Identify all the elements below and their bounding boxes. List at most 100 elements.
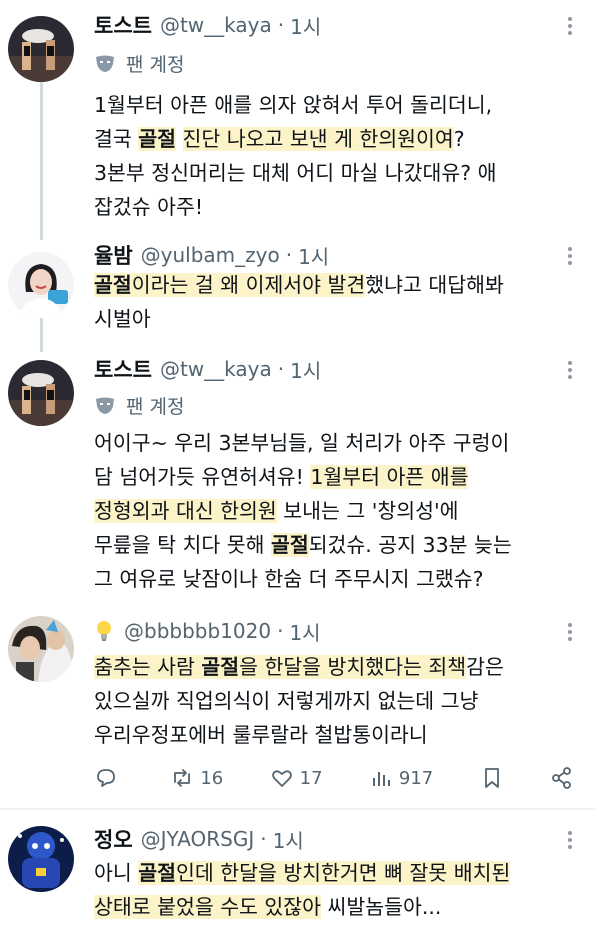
fan-account-badge: 팬 계정 (94, 48, 184, 78)
display-name[interactable]: 토스트 (94, 10, 152, 40)
separator-dot: · (260, 827, 267, 851)
text-line: 아니 골절인데 한달을 방치한거면 뼈 잘못 배치된 (94, 856, 584, 890)
views-button[interactable]: 917 (369, 766, 433, 790)
post[interactable]: 정오 @JYAORSGJ · 1시 아니 골절인데 한달을 방치한거면 뼈 잘못… (0, 810, 596, 935)
bar-chart-icon (372, 772, 390, 786)
retweet-count: 16 (200, 767, 224, 789)
avatar-image (8, 826, 74, 892)
text-line: 골절이라는 걸 왜 이제서야 발견했냐고 대답해봐 (94, 268, 584, 302)
text-segment: 3본부 정신머리는 대체 어디 마실 나갔대유? 애 (94, 161, 497, 185)
display-name[interactable]: 정오 (94, 824, 133, 854)
mask-icon (96, 397, 114, 414)
text-segment: 시벌아 (94, 307, 151, 331)
avatar-image (8, 616, 74, 682)
post[interactable]: 율밤 @yulbam_zyo · 1시 골절이라는 걸 왜 이제서야 발견했냐고… (0, 240, 596, 350)
retweet-icon (174, 769, 191, 787)
text-line: 있으실까 직업의식이 저렇게까지 없는데 그냥 (94, 684, 584, 718)
fan-account-badge: 팬 계정 (94, 390, 184, 420)
highlighted-text: 골절 (138, 127, 176, 151)
fan-account-label: 팬 계정 (126, 53, 185, 76)
action-bar: 16 17 917 (94, 763, 574, 793)
user-handle[interactable]: @tw__kaya (160, 13, 272, 37)
avatar-image (8, 360, 74, 426)
fan-account-label: 팬 계정 (126, 395, 185, 418)
timestamp[interactable]: 1시 (290, 355, 321, 384)
post[interactable]: 토스트 @tw__kaya · 1시 팬 계정 1월부터 아픈 애를 의자 앉혀… (0, 0, 596, 240)
user-handle[interactable]: @JYAORSGJ (141, 827, 255, 851)
text-line: 담 넘어가듯 유연허셔유! 1월부터 아픈 애를 (94, 460, 584, 494)
avatar[interactable] (8, 16, 74, 82)
heart-icon (271, 770, 292, 787)
post-text: 1월부터 아픈 애를 의자 앉혀서 투어 돌리더니, 결국 골절 진단 나오고 보… (94, 88, 584, 224)
post-header: 토스트 @tw__kaya · 1시 (94, 10, 321, 40)
highlighted-text: 을 한달을 방치했다는 죄책 (239, 655, 467, 679)
more-options-icon[interactable] (558, 244, 582, 268)
display-name[interactable]: 토스트 (94, 354, 152, 384)
text-segment: 씨발놈들아... (321, 895, 442, 919)
text-segment: ? (453, 127, 465, 151)
reply-button[interactable] (94, 766, 124, 790)
share-button[interactable] (550, 766, 574, 790)
post-header: 토스트 @tw__kaya · 1시 (94, 354, 321, 384)
text-segment: 아니 (94, 861, 139, 885)
text-segment: 어이구~ 우리 3본부님들, 일 처리가 아주 구렁이 (94, 431, 510, 455)
view-count: 917 (398, 767, 434, 789)
highlighted-text: 진단 나오고 보낸 게 한의원이여 (182, 127, 454, 151)
text-line: 3본부 정신머리는 대체 어디 마실 나갔대유? 애 (94, 156, 584, 190)
post-header: @bbbbbb1020 · 1시 (94, 616, 321, 646)
user-handle[interactable]: @yulbam_zyo (141, 243, 280, 267)
post-header: 정오 @JYAORSGJ · 1시 (94, 824, 304, 854)
more-options-icon[interactable] (558, 620, 582, 644)
timestamp[interactable]: 1시 (290, 11, 321, 40)
avatar[interactable] (8, 252, 74, 318)
share-icon (552, 767, 571, 789)
text-segment: 잡겄슈 아주! (94, 195, 204, 219)
timestamp[interactable]: 1시 (289, 617, 320, 646)
text-line: 춤추는 사람 골절을 한달을 방치했다는 죄책감은 (94, 650, 584, 684)
post-header: 율밤 @yulbam_zyo · 1시 (94, 240, 329, 270)
post-text: 어이구~ 우리 3본부님들, 일 처리가 아주 구렁이담 넘어가듯 유연허셔유!… (94, 426, 584, 596)
highlighted-text: 골절 (270, 533, 309, 557)
text-segment (176, 127, 183, 151)
text-line: 정형외과 대신 한의원 보내는 그 '창의성'에 (94, 494, 584, 528)
text-line: 시벌아 (94, 302, 584, 336)
more-options-icon[interactable] (558, 14, 582, 38)
text-line: 우리우정포에버 룰루랄라 철밥통이라니 (94, 718, 584, 752)
highlighted-text: 골절 (94, 273, 132, 297)
text-line: 잡겄슈 아주! (94, 190, 584, 224)
text-line: 상태로 붙었을 수도 있잖아 씨발놈들아... (94, 890, 584, 924)
timestamp[interactable]: 1시 (273, 825, 304, 854)
more-options-icon[interactable] (558, 358, 582, 382)
avatar-image (8, 252, 74, 318)
user-handle[interactable]: @bbbbbb1020 (124, 619, 271, 643)
text-segment: 1월부터 아픈 애를 의자 앉혀서 투어 돌리더니, (94, 93, 493, 117)
lightbulb-icon (97, 621, 111, 641)
reply-icon (97, 769, 115, 787)
text-line: 그 여유로 낮잠이나 한숨 더 주무시지 그랬슈? (94, 562, 584, 596)
highlighted-text: 정형외과 대신 한의원 (94, 499, 277, 523)
highlighted-text: 춤추는 사람 (94, 655, 202, 679)
text-line: 어이구~ 우리 3본부님들, 일 처리가 아주 구렁이 (94, 426, 584, 460)
avatar[interactable] (8, 360, 74, 426)
separator-dot: · (277, 13, 285, 37)
avatar[interactable] (8, 826, 74, 892)
text-segment: 결국 (94, 127, 139, 151)
more-options-icon[interactable] (558, 828, 582, 852)
highlighted-text: 인데 한달을 방치한거면 뼈 잘못 배치된 (175, 861, 511, 885)
text-segment: 우리우정포에버 룰루랄라 철밥통이라니 (94, 723, 428, 747)
display-name[interactable]: 율밤 (94, 240, 133, 270)
timestamp[interactable]: 1시 (298, 241, 329, 270)
user-handle[interactable]: @tw__kaya (160, 357, 272, 381)
separator-dot: · (277, 619, 284, 643)
text-segment: 했냐고 대답해봐 (365, 273, 504, 297)
avatar[interactable] (8, 616, 74, 682)
like-button[interactable]: 17 (270, 766, 323, 790)
post[interactable]: @bbbbbb1020 · 1시 춤추는 사람 골절을 한달을 방치했다는 죄책… (0, 608, 596, 808)
text-segment: 보내는 그 '창의성'에 (276, 499, 459, 523)
text-segment: 있으실까 직업의식이 저렇게까지 없는데 그냥 (94, 689, 479, 713)
highlighted-text: 상태로 붙었을 수도 있잖아 (94, 895, 322, 919)
post[interactable]: 토스트 @tw__kaya · 1시 팬 계정 어이구~ 우리 3본부님들, 일… (0, 350, 596, 608)
post-text: 아니 골절인데 한달을 방치한거면 뼈 잘못 배치된 상태로 붙었을 수도 있잖아… (94, 856, 584, 924)
bookmark-button[interactable] (480, 766, 504, 790)
retweet-button[interactable]: 16 (170, 766, 223, 790)
